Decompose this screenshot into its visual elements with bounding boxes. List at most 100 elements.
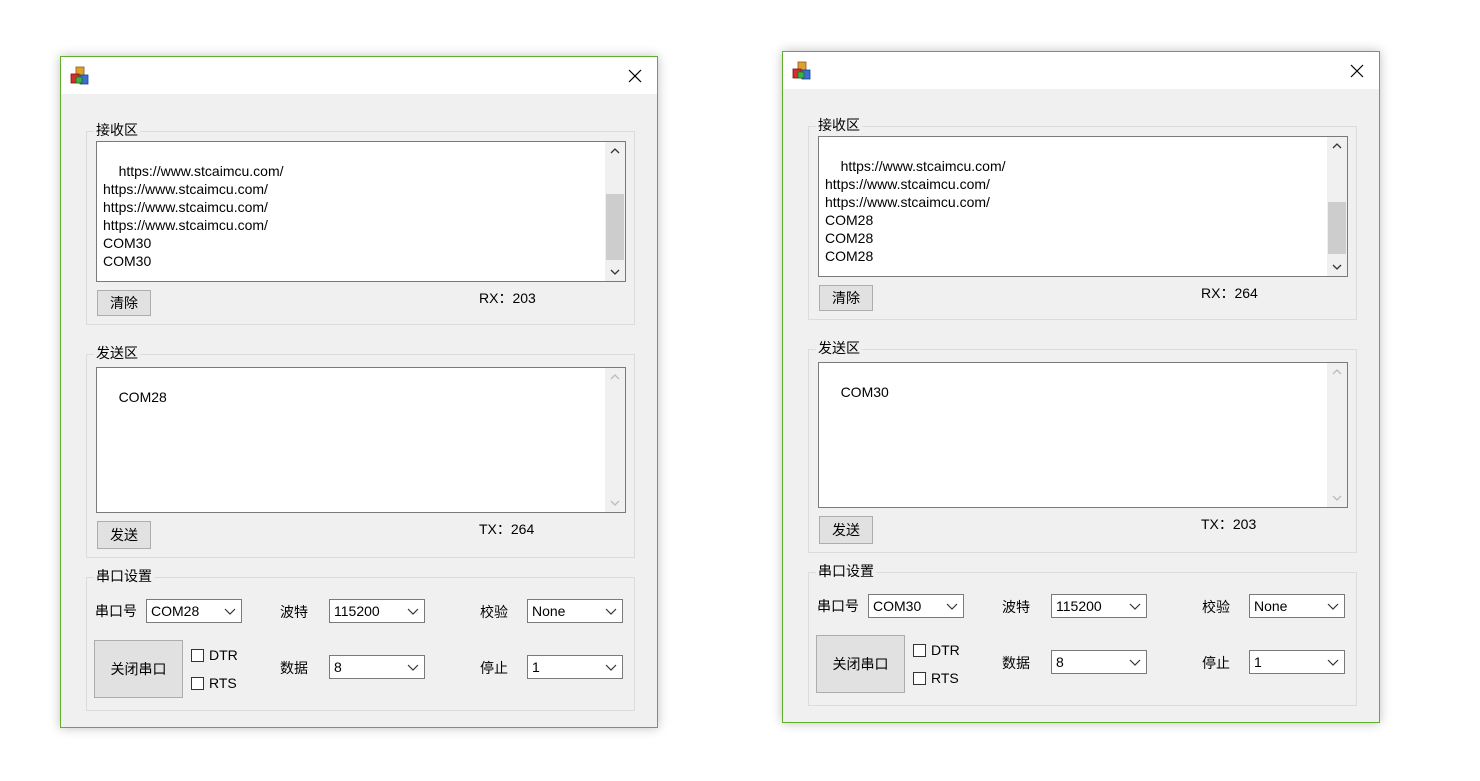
baud-label: 波特 xyxy=(1002,600,1030,616)
data-bits-select[interactable]: 8 xyxy=(329,655,425,679)
serial-tool-window-2: 接收区 https://www.stcaimcu.com/ https://ww… xyxy=(782,51,1380,723)
data-bits-value: 8 xyxy=(334,659,342,675)
clear-button[interactable]: 清除 xyxy=(97,290,151,316)
baud-value: 115200 xyxy=(1056,598,1102,614)
checkbox-box[interactable] xyxy=(913,671,926,685)
send-scrollbar[interactable] xyxy=(605,368,625,512)
port-label: 串口号 xyxy=(817,599,859,615)
parity-value: None xyxy=(532,603,566,619)
send-button[interactable]: 发送 xyxy=(97,521,151,549)
stop-bits-select[interactable]: 1 xyxy=(527,655,623,679)
settings-group-title: 串口设置 xyxy=(816,563,876,581)
scroll-up-arrow-icon[interactable] xyxy=(605,142,625,160)
receive-textarea[interactable]: https://www.stcaimcu.com/ https://www.st… xyxy=(96,141,626,282)
dtr-label: DTR xyxy=(209,647,238,663)
chevron-down-icon xyxy=(1327,603,1339,610)
serial-tool-window-1: 接收区 https://www.stcaimcu.com/ https://ww… xyxy=(60,56,658,728)
stop-bits-label: 停止 xyxy=(1202,656,1230,672)
settings-group-title: 串口设置 xyxy=(94,568,154,586)
data-bits-label: 数据 xyxy=(280,661,308,677)
stop-bits-value: 1 xyxy=(532,659,540,675)
title-bar[interactable] xyxy=(783,52,1379,89)
parity-label: 校验 xyxy=(480,605,508,621)
dtr-checkbox[interactable]: DTR xyxy=(913,641,961,659)
stop-bits-label: 停止 xyxy=(480,661,508,677)
chevron-down-icon xyxy=(605,664,617,671)
close-icon xyxy=(628,69,642,82)
data-bits-select[interactable]: 8 xyxy=(1051,650,1147,674)
rts-label: RTS xyxy=(209,675,237,691)
app-cubes-icon xyxy=(792,61,811,80)
send-group-title: 发送区 xyxy=(94,345,140,363)
send-textarea[interactable]: COM28 xyxy=(96,367,626,513)
parity-value: None xyxy=(1254,598,1288,614)
port-label: 串口号 xyxy=(95,604,137,620)
scroll-down-arrow-icon[interactable] xyxy=(605,494,625,512)
send-textarea[interactable]: COM30 xyxy=(818,362,1348,508)
send-text: COM28 xyxy=(118,389,167,405)
rts-checkbox[interactable]: RTS xyxy=(191,674,239,692)
parity-select[interactable]: None xyxy=(527,599,623,623)
chevron-down-icon xyxy=(946,603,958,610)
stop-bits-value: 1 xyxy=(1254,654,1262,670)
baud-select[interactable]: 115200 xyxy=(329,599,425,623)
chevron-down-icon xyxy=(407,608,419,615)
app-cubes-icon xyxy=(70,66,89,85)
chevron-down-icon xyxy=(605,608,617,615)
checkbox-box[interactable] xyxy=(191,648,204,662)
receive-textarea[interactable]: https://www.stcaimcu.com/ https://www.st… xyxy=(818,136,1348,277)
dtr-checkbox[interactable]: DTR xyxy=(191,646,239,664)
send-group-title: 发送区 xyxy=(816,340,862,358)
receive-text: https://www.stcaimcu.com/ https://www.st… xyxy=(825,158,1006,264)
rts-checkbox[interactable]: RTS xyxy=(913,669,961,687)
scroll-down-arrow-icon[interactable] xyxy=(605,263,625,281)
send-scrollbar[interactable] xyxy=(1327,363,1347,507)
port-select[interactable]: COM28 xyxy=(146,599,242,623)
scroll-up-arrow-icon[interactable] xyxy=(1327,363,1347,381)
baud-label: 波特 xyxy=(280,605,308,621)
rx-counter: RX：203 xyxy=(479,290,536,306)
receive-text: https://www.stcaimcu.com/ https://www.st… xyxy=(103,163,284,269)
rx-counter: RX：264 xyxy=(1201,285,1258,301)
parity-select[interactable]: None xyxy=(1249,594,1345,618)
receive-scrollbar[interactable] xyxy=(1327,137,1347,276)
receive-scrollbar[interactable] xyxy=(605,142,625,281)
receive-group-title: 接收区 xyxy=(816,117,862,135)
clear-button[interactable]: 清除 xyxy=(819,285,873,311)
close-port-button[interactable]: 关闭串口 xyxy=(94,640,183,698)
title-bar[interactable] xyxy=(61,57,657,94)
data-bits-label: 数据 xyxy=(1002,656,1030,672)
checkbox-box[interactable] xyxy=(191,676,204,690)
receive-scroll-thumb[interactable] xyxy=(1328,202,1346,254)
dtr-label: DTR xyxy=(931,642,960,658)
chevron-down-icon xyxy=(224,608,236,615)
data-bits-value: 8 xyxy=(1056,654,1064,670)
receive-scroll-thumb[interactable] xyxy=(606,194,624,260)
chevron-down-icon xyxy=(1129,603,1141,610)
checkbox-box[interactable] xyxy=(913,643,926,657)
tx-counter: TX：203 xyxy=(1201,516,1257,532)
port-value: COM28 xyxy=(151,603,200,619)
port-value: COM30 xyxy=(873,598,922,614)
send-text: COM30 xyxy=(840,384,889,400)
parity-label: 校验 xyxy=(1202,600,1230,616)
send-button[interactable]: 发送 xyxy=(819,516,873,544)
baud-select[interactable]: 115200 xyxy=(1051,594,1147,618)
receive-group-title: 接收区 xyxy=(94,122,140,140)
scroll-up-arrow-icon[interactable] xyxy=(605,368,625,386)
stop-bits-select[interactable]: 1 xyxy=(1249,650,1345,674)
close-icon xyxy=(1350,64,1364,77)
chevron-down-icon xyxy=(1129,659,1141,666)
close-button[interactable] xyxy=(613,57,657,94)
chevron-down-icon xyxy=(407,664,419,671)
scroll-down-arrow-icon[interactable] xyxy=(1327,489,1347,507)
rts-label: RTS xyxy=(931,670,959,686)
tx-counter: TX：264 xyxy=(479,521,535,537)
port-select[interactable]: COM30 xyxy=(868,594,964,618)
scroll-up-arrow-icon[interactable] xyxy=(1327,137,1347,155)
close-port-button[interactable]: 关闭串口 xyxy=(816,635,905,693)
scroll-down-arrow-icon[interactable] xyxy=(1327,258,1347,276)
chevron-down-icon xyxy=(1327,659,1339,666)
close-button[interactable] xyxy=(1335,52,1379,89)
baud-value: 115200 xyxy=(334,603,380,619)
